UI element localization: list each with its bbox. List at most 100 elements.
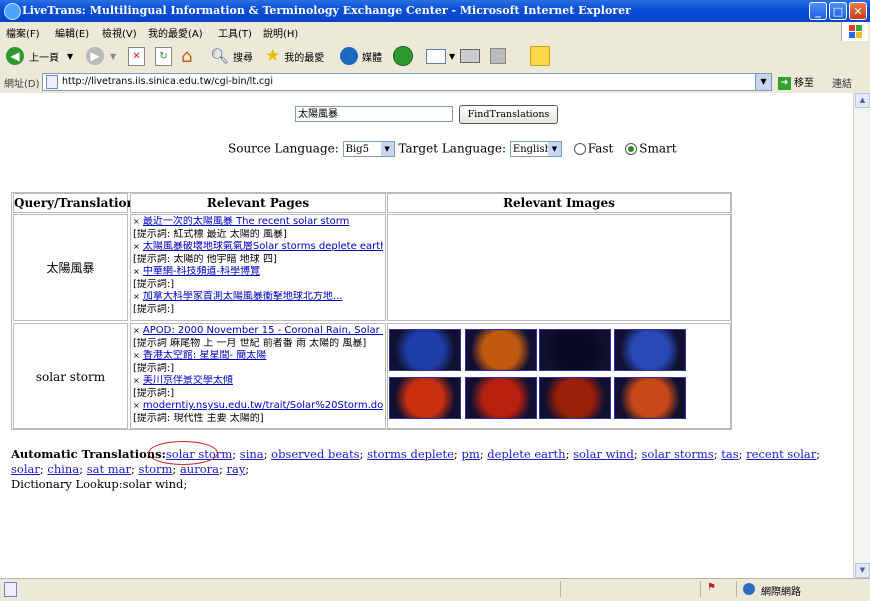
toolbar: ◀ 上一頁 ▼ ▶ ▼ ✕ ↻ ⌂ 🔍︎ 搜尋 ★ 我的最愛 媒體 ▼ [0,41,870,72]
translation-term-link[interactable]: solar [11,462,40,476]
page-hint: [提示詞:] [133,362,175,374]
links-button[interactable]: 連結 [832,75,852,90]
page-link[interactable]: 美川京伴景交學太傾 [143,375,233,386]
refresh-icon: ↻ [155,46,172,66]
translation-term-link[interactable]: observed beats [271,447,359,461]
bullet-icon: × [133,217,140,226]
query-cell: 太陽風暴 [13,214,128,321]
vertical-scrollbar[interactable]: ▲ ▼ [853,93,870,578]
page-hint: [提示詞: 現代性 主要 太陽的] [133,412,264,424]
page-hint: [提示詞: 太陽的 他宇暗 地球 四] [133,253,277,265]
window-titlebar[interactable]: LiveTrans: Multilingual Information & Te… [0,0,870,22]
sun-image-thumbnail[interactable] [465,329,537,371]
internet-globe-icon [743,583,755,595]
source-language-select[interactable]: Big5 ▼ [342,141,395,157]
favorites-label: 我的最愛 [284,52,325,64]
sun-image-thumbnail[interactable] [389,377,461,419]
menu-file[interactable]: 檔案(F) [6,25,40,40]
list-item: × 美川京伴景交學太傾 [133,375,383,388]
smart-radio[interactable] [625,143,638,155]
history-button[interactable] [393,45,413,67]
scroll-down-icon[interactable]: ▼ [855,563,870,578]
menu-edit[interactable]: 編輯(E) [55,25,89,40]
translation-term-link[interactable]: storm [139,462,173,476]
translation-term-link[interactable]: recent solar [746,447,816,461]
translation-term-link[interactable]: ray [227,462,246,476]
close-button[interactable]: ✕ [849,2,867,20]
refresh-button[interactable]: ↻ [155,45,172,67]
translation-term-link[interactable]: solar wind [573,447,634,461]
stop-button[interactable]: ✕ [128,45,145,67]
translation-term-link[interactable]: tas [721,447,738,461]
address-dropdown-icon[interactable]: ▼ [755,74,771,90]
automatic-translations: Automatic Translations:solar storm; sina… [11,447,831,492]
address-input[interactable]: http://livetrans.iis.sinica.edu.tw/cgi-b… [42,73,772,91]
page-link[interactable]: 香港太空館: 星星間- 簡太陽 [143,350,266,361]
back-arrow-icon: ◀ [6,47,24,65]
query-input[interactable]: 太陽風暴 [295,106,453,122]
sun-image-thumbnail[interactable] [614,377,686,419]
source-language-value: Big5 [345,144,369,155]
images-cell [387,214,731,321]
list-item: × 最近一次的太陽風暴 The recent solar storm [133,216,383,229]
edit-button[interactable] [490,45,506,67]
menu-tools[interactable]: 工具(T) [218,25,252,40]
menu-bar: 檔案(F) 編輯(E) 檢視(V) 我的最愛(A) 工具(T) 說明(H) [0,22,870,42]
sun-image-thumbnail[interactable] [539,377,611,419]
messenger-button[interactable] [530,45,550,67]
history-icon [393,46,413,66]
media-button[interactable]: 媒體 [340,45,382,67]
translation-term-link[interactable]: deplete earth [487,447,565,461]
translation-term-link[interactable]: sina [240,447,264,461]
find-translations-button[interactable]: FindTranslations [459,105,558,124]
list-item: × 太陽風暴破壞地球氣氣層Solar storms deplete earth'… [133,241,383,254]
mail-button[interactable]: ▼ [426,45,455,67]
menu-help[interactable]: 說明(H) [263,25,298,40]
page-link[interactable]: 最近一次的太陽風暴 The recent solar storm [143,216,350,227]
maximize-button[interactable]: □ [829,2,847,20]
page-link[interactable]: 加拿大科學家首測太陽風暴衝擊地球北方地... [143,291,343,302]
back-button[interactable]: ◀ 上一頁 ▼ [6,45,73,67]
ie-logo-icon [4,3,21,20]
menu-view[interactable]: 檢視(V) [102,25,137,40]
target-language-value: English [512,144,552,155]
sun-image-thumbnail[interactable] [465,377,537,419]
list-item: × APOD: 2000 November 15 - Coronal Rain,… [133,325,383,338]
security-icon: ⚑ [707,582,716,593]
go-label: 移至 [794,78,814,89]
page-link[interactable]: 中華網-科技頻道-科學博覽 [143,266,260,277]
bullet-icon: × [133,292,140,301]
target-language-label: Target Language: [398,141,507,156]
translation-term-link[interactable]: pm [461,447,479,461]
scroll-up-icon[interactable]: ▲ [855,93,870,108]
target-language-select[interactable]: English ▼ [509,141,562,157]
translation-term-link[interactable]: solar storms [641,447,713,461]
favorites-button[interactable]: ★ 我的最愛 [265,45,324,67]
fast-radio[interactable] [573,143,586,155]
search-button[interactable]: 🔍︎ 搜尋 [210,45,253,67]
forward-button[interactable]: ▶ ▼ [86,45,116,67]
query-cell: solar storm [13,323,128,429]
header-query: Query/Translation [13,193,135,213]
go-button[interactable]: ➜ 移至 [778,74,814,90]
sun-image-thumbnail[interactable] [614,329,686,371]
menu-favorites[interactable]: 我的最愛(A) [148,25,203,40]
translation-term-link[interactable]: china [47,462,79,476]
print-button[interactable] [460,45,480,67]
translation-term-link[interactable]: storms deplete [367,447,454,461]
sun-image-thumbnail[interactable] [539,329,611,371]
address-url: http://livetrans.iis.sinica.edu.tw/cgi-b… [62,76,273,87]
sun-image-thumbnail[interactable] [389,329,461,371]
page-link[interactable]: 太陽風暴破壞地球氣氣層Solar storms deplete earth's … [143,241,383,252]
page-link[interactable]: APOD: 2000 November 15 - Coronal Rain, S… [143,325,383,336]
note-icon [530,46,550,66]
bullet-icon: × [133,267,140,276]
chevron-down-icon: ▼ [110,51,117,61]
go-arrow-icon: ➜ [778,76,791,90]
home-button[interactable]: ⌂ [181,45,192,67]
translation-term-link[interactable]: sat mar [87,462,131,476]
minimize-button[interactable]: _ [809,2,827,20]
header-images: Relevant Images [387,193,731,213]
page-link[interactable]: moderntiy.nsysu.edu.tw/trait/Solar%20Sto… [143,400,383,411]
star-icon: ★ [265,46,281,66]
